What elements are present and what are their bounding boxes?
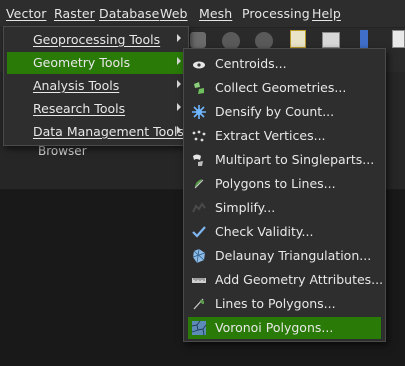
collect-geometries-icon xyxy=(194,82,204,94)
menu-processing[interactable]: Processing xyxy=(242,6,310,21)
extract-vertices-icon xyxy=(192,130,206,142)
menu-item-label: Extract Vertices... xyxy=(215,128,326,143)
multipart-icon xyxy=(193,154,203,166)
menu-item-label: Centroids... xyxy=(215,56,287,71)
menu-item-multipart-to-singleparts[interactable]: Multipart to Singleparts... xyxy=(188,149,381,171)
menu-mesh[interactable]: Mesh xyxy=(199,6,232,21)
simplify-icon xyxy=(192,202,206,213)
menu-raster[interactable]: Raster xyxy=(54,6,95,21)
menu-item-centroids[interactable]: Centroids... xyxy=(188,53,381,75)
geometry-tools-submenu: Centroids... Collect Geometries... Densi… xyxy=(183,48,386,342)
toolbar-bar-icon[interactable] xyxy=(360,30,368,48)
menu-item-label: Multipart to Singleparts... xyxy=(215,152,375,167)
menu-item-label: Data Management Tools xyxy=(33,124,184,139)
lines-to-polygons-icon xyxy=(193,298,205,310)
check-validity-icon xyxy=(192,226,206,238)
menu-item-label: Collect Geometries... xyxy=(215,80,347,95)
toolbar-button-icon[interactable] xyxy=(190,32,206,48)
menu-item-analysis-tools[interactable]: Analysis Tools xyxy=(7,75,185,97)
menu-item-lines-to-polygons[interactable]: Lines to Polygons... xyxy=(188,293,381,315)
polygons-to-lines-icon xyxy=(194,179,204,189)
menu-web[interactable]: Web xyxy=(160,6,188,21)
menu-item-geometry-tools[interactable]: Geometry Tools xyxy=(7,52,185,74)
menu-item-label: Lines to Polygons... xyxy=(215,296,336,311)
menu-item-label: Check Validity... xyxy=(215,224,314,239)
menu-bar: Vector Raster Database Web Mesh Processi… xyxy=(0,0,405,28)
menu-item-geoprocessing-tools[interactable]: Geoprocessing Tools xyxy=(7,29,185,51)
menu-item-check-validity[interactable]: Check Validity... xyxy=(188,221,381,243)
submenu-arrow-icon xyxy=(177,126,181,134)
menu-database[interactable]: Database xyxy=(99,6,159,21)
menu-item-polygons-to-lines[interactable]: Polygons to Lines... xyxy=(188,173,381,195)
submenu-arrow-icon xyxy=(177,57,181,65)
toolbar-document-icon[interactable] xyxy=(392,30,405,48)
delaunay-icon xyxy=(192,248,206,264)
menu-item-label: Analysis Tools xyxy=(33,78,120,93)
menu-item-voronoi-polygons[interactable]: Voronoi Polygons... xyxy=(188,317,381,339)
menu-item-collect-geometries[interactable]: Collect Geometries... xyxy=(188,77,381,99)
toolbar-table-icon[interactable] xyxy=(322,32,340,48)
menu-item-label: Delaunay Triangulation... xyxy=(215,248,372,263)
vector-menu: Geoprocessing Tools Geometry Tools Analy… xyxy=(3,26,189,146)
densify-icon xyxy=(192,105,206,119)
menu-item-label: Geoprocessing Tools xyxy=(33,32,161,47)
menu-item-research-tools[interactable]: Research Tools xyxy=(7,98,185,120)
menu-item-delaunay-triangulation[interactable]: Delaunay Triangulation... xyxy=(188,245,381,267)
menu-help[interactable]: Help xyxy=(312,6,341,21)
menu-item-add-geometry-attributes[interactable]: Add Geometry Attributes... xyxy=(188,269,384,291)
menu-item-label: Simplify... xyxy=(215,200,276,215)
menu-item-label: Densify by Count... xyxy=(215,104,335,119)
menu-item-label: Research Tools xyxy=(33,101,126,116)
submenu-arrow-icon xyxy=(177,103,181,111)
menu-item-data-management-tools[interactable]: Data Management Tools xyxy=(7,121,185,143)
menu-item-extract-vertices[interactable]: Extract Vertices... xyxy=(188,125,381,147)
voronoi-icon xyxy=(191,320,207,336)
menu-item-densify-by-count[interactable]: Densify by Count... xyxy=(188,101,381,123)
submenu-arrow-icon xyxy=(177,80,181,88)
submenu-arrow-icon xyxy=(177,34,181,42)
menu-item-simplify[interactable]: Simplify... xyxy=(188,197,381,219)
menu-item-label: Voronoi Polygons... xyxy=(215,320,334,335)
menu-item-label: Polygons to Lines... xyxy=(215,176,336,191)
menu-vector[interactable]: Vector xyxy=(6,6,46,21)
browser-panel-title: Browser xyxy=(38,144,87,158)
menu-item-label: Add Geometry Attributes... xyxy=(215,272,384,287)
centroids-icon xyxy=(193,61,205,69)
toolbar-new-layer-icon[interactable] xyxy=(290,30,306,48)
menu-item-label: Geometry Tools xyxy=(33,55,131,70)
add-geometry-attributes-icon xyxy=(192,278,206,283)
